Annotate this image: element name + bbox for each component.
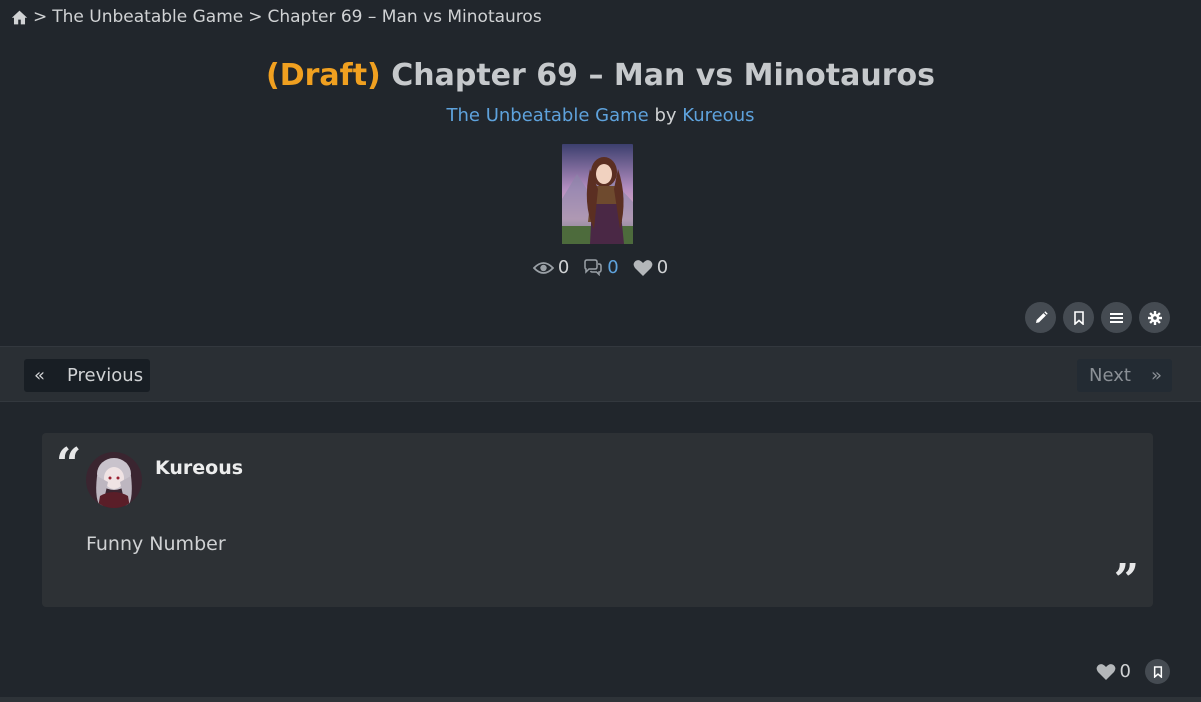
cover-image[interactable] (562, 144, 633, 244)
chapter-footer: 0 (1096, 659, 1170, 684)
footer-bookmark-button[interactable] (1145, 659, 1170, 684)
next-arrow-icon: » (1150, 365, 1162, 386)
home-icon[interactable] (11, 9, 28, 26)
heart-icon (1096, 663, 1115, 680)
byline: The Unbeatable Game by Kureous (0, 105, 1201, 126)
note-text: Funny Number (86, 533, 226, 555)
bookmark-icon (1153, 665, 1162, 678)
previous-arrow-icon: « (33, 365, 45, 386)
list-icon (1110, 312, 1123, 323)
open-quote-icon: “ (56, 439, 82, 490)
page-divider (0, 697, 1201, 702)
page-title: (Draft) Chapter 69 – Man vs Minotauros (0, 58, 1201, 93)
comments-count[interactable]: 0 (607, 257, 618, 278)
breadcrumb-chapter: Chapter 69 – Man vs Minotauros (267, 7, 542, 27)
breadcrumb-separator: > (248, 7, 263, 27)
views-count: 0 (557, 257, 570, 278)
heart-icon (633, 259, 653, 276)
breadcrumb-separator: > (33, 7, 48, 27)
likes-stat: 0 (633, 257, 668, 278)
note-author[interactable]: Kureous (155, 457, 243, 479)
by-text: by (654, 105, 677, 126)
avatar[interactable] (86, 452, 142, 508)
likes-count: 0 (656, 257, 669, 278)
comments-icon (584, 259, 603, 276)
previous-button[interactable]: « Previous (24, 359, 150, 392)
chapter-title: Chapter 69 – Man vs Minotauros (391, 58, 935, 93)
bookmark-icon (1073, 310, 1084, 325)
breadcrumb: > The Unbeatable Game > Chapter 69 – Man… (11, 7, 542, 27)
breadcrumb-story-link[interactable]: The Unbeatable Game (52, 7, 243, 27)
previous-label: Previous (67, 365, 144, 386)
chapter-stats: 0 0 0 (0, 257, 1201, 278)
next-label: Next (1089, 365, 1131, 386)
author-note: “ Kureous Funny Number ” (42, 433, 1153, 607)
edit-button[interactable] (1025, 302, 1056, 333)
story-link[interactable]: The Unbeatable Game (447, 105, 649, 126)
settings-button[interactable] (1139, 302, 1170, 333)
draft-badge: (Draft) (266, 58, 381, 93)
author-link[interactable]: Kureous (682, 105, 754, 126)
bookmark-button[interactable] (1063, 302, 1094, 333)
views-stat: 0 (532, 257, 570, 278)
chapter-navigation: « Previous Next » (0, 346, 1201, 402)
gear-icon (1147, 310, 1162, 325)
chapter-toolbar (1025, 302, 1170, 333)
like-button[interactable]: 0 (1096, 661, 1131, 682)
next-button[interactable]: Next » (1077, 359, 1172, 392)
comments-stat[interactable]: 0 (583, 257, 619, 278)
chapter-list-button[interactable] (1101, 302, 1132, 333)
close-quote-icon: ” (1113, 555, 1139, 606)
pencil-icon (1035, 310, 1048, 323)
eye-icon (532, 261, 554, 274)
footer-likes-count: 0 (1119, 661, 1131, 682)
